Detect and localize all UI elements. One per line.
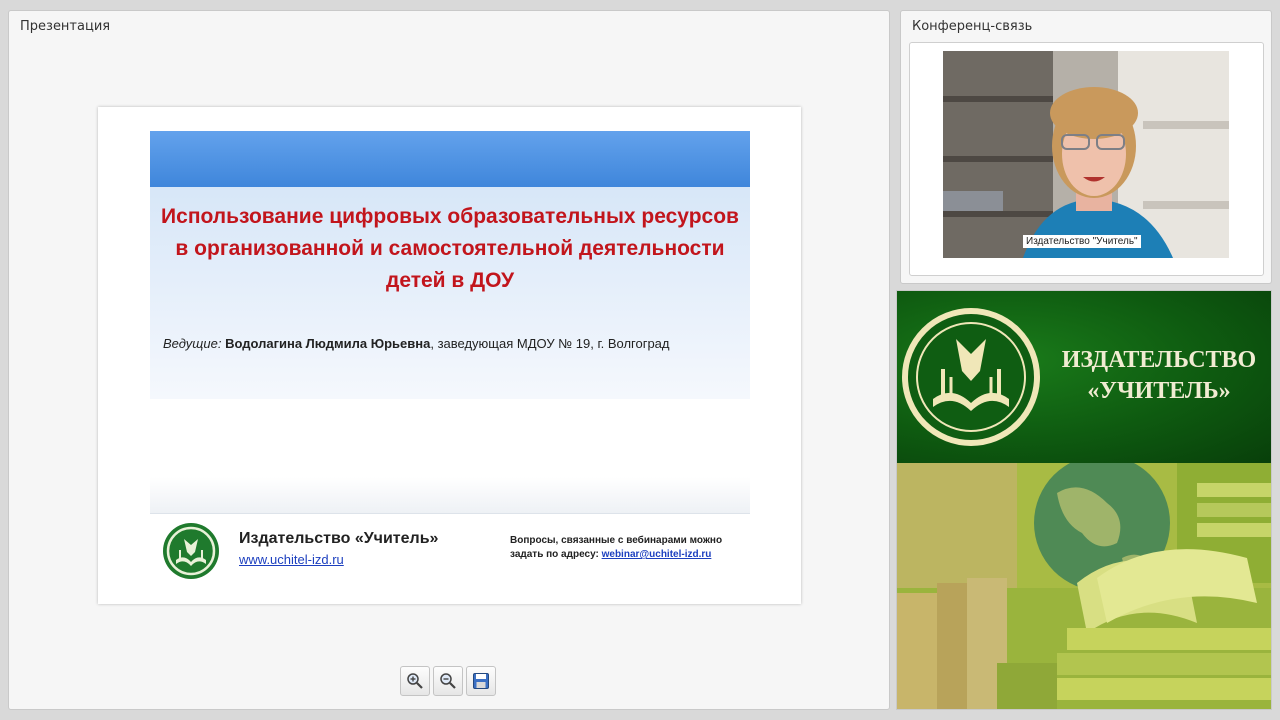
zoom-out-icon <box>440 673 456 689</box>
banner-publisher-name: ИЗДАТЕЛЬСТВО «УЧИТЕЛЬ» <box>1049 345 1269 407</box>
save-icon <box>473 673 489 689</box>
slide-title: Использование цифровых образовательных р… <box>161 205 739 292</box>
zoom-in-button[interactable] <box>400 666 430 696</box>
footer-questions: Вопросы, связанные с вебинарами можно за… <box>510 534 745 562</box>
presentation-panel-title: Презентация <box>20 19 111 34</box>
conference-panel-title: Конференц-связь <box>912 19 1033 34</box>
banner-emblem-icon <box>902 308 1040 446</box>
footer-website-link[interactable]: www.uchitel-izd.ru <box>239 552 344 567</box>
save-button[interactable] <box>466 666 496 696</box>
slide-header-area: Использование цифровых образовательных р… <box>150 131 750 399</box>
banner-line-2: «УЧИТЕЛЬ» <box>1087 378 1231 404</box>
presentation-panel: Презентация Использование цифровых образ… <box>8 10 890 710</box>
zoom-out-button[interactable] <box>433 666 463 696</box>
slide-presenter: Ведущие: Водолагина Людмила Юрьевна, зав… <box>163 336 670 351</box>
conference-video-container: Издательство "Учитель" <box>909 42 1264 276</box>
slide-blue-bar <box>150 131 750 187</box>
presenter-label: Ведущие: <box>163 336 222 351</box>
webcam-image <box>943 51 1229 258</box>
presentation-slide: Использование цифровых образовательных р… <box>98 107 801 604</box>
slide-divider <box>150 477 750 513</box>
banner-line-1: ИЗДАТЕЛЬСТВО <box>1061 347 1257 373</box>
conference-panel: Конференц-связь Издательство "Учитель" <box>900 10 1272 284</box>
presenter-role: , заведующая МДОУ № 19, г. Волгоград <box>430 336 670 351</box>
footer-publisher-name: Издательство «Учитель» <box>239 530 439 547</box>
video-participant-label: Издательство "Учитель" <box>1023 235 1141 248</box>
publisher-logo-icon <box>163 523 219 579</box>
webcam-video[interactable]: Издательство "Учитель" <box>943 51 1229 258</box>
zoom-in-icon <box>407 673 423 689</box>
presenter-name: Водолагина Людмила Юрьевна <box>225 336 431 351</box>
slide-toolbar <box>400 666 496 696</box>
banner-illustration <box>897 455 1271 709</box>
banner-logo-area: ИЗДАТЕЛЬСТВО «УЧИТЕЛЬ» <box>897 291 1271 463</box>
footer-email-link[interactable]: webinar@uchitel-izd.ru <box>602 549 712 560</box>
books-globe-illustration <box>897 455 1271 709</box>
slide-footer: Издательство «Учитель» www.uchitel-izd.r… <box>150 513 750 581</box>
publisher-banner: ИЗДАТЕЛЬСТВО «УЧИТЕЛЬ» <box>896 290 1272 710</box>
